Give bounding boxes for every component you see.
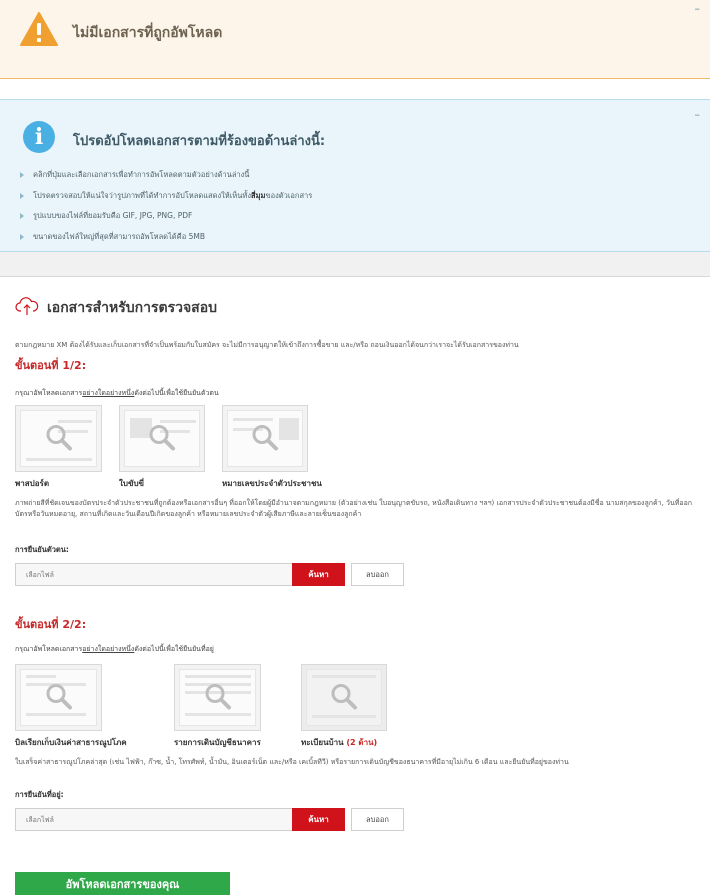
magnifier-icon [204, 682, 232, 713]
bank-statement-sample [174, 664, 261, 731]
section-header: เอกสารสำหรับการตรวจสอบ [15, 296, 217, 319]
bullet-icon [20, 213, 24, 220]
section-title: เอกสารสำหรับการตรวจสอบ [47, 299, 218, 316]
info-icon: i [23, 121, 55, 153]
house-registration-sample [301, 664, 387, 731]
bullet-icon [20, 233, 24, 240]
address-file-input[interactable] [15, 808, 293, 831]
magnifier-icon [148, 423, 176, 454]
bank-statement-label: รายการเดินบัญชีธนาคาร [174, 738, 261, 747]
warning-icon [20, 12, 58, 49]
step-2-title: ขั้นตอนที่ 2/2: [15, 618, 87, 631]
upload-instructions: i โปรดอัปโหลดเอกสารตามที่ร้องขอด้านล่างน… [0, 99, 710, 252]
identity-file-input[interactable] [15, 563, 293, 586]
utility-bill-sample [15, 664, 102, 731]
address-remove-button[interactable]: ลบออก [351, 808, 404, 831]
passport-label: พาสปอร์ต [15, 479, 50, 488]
collapse-warning-button[interactable]: – [695, 2, 701, 15]
magnifier-icon [251, 423, 279, 454]
list-item: คลิกที่ปุ่มและเลือกเอกสารเพื่อทำการอัพโห… [20, 165, 312, 186]
national-id-sample [222, 405, 308, 472]
national-id-label: หมายเลขประจำตัวประชาชน [222, 479, 322, 488]
drivers-license-sample [119, 405, 205, 472]
magnifier-icon [45, 423, 73, 454]
bullet-icon [20, 172, 24, 179]
step-2-instructions: กรุณาอัพโหลดเอกสารอย่างใดอย่างหนึ่งดังต่… [15, 645, 214, 653]
drivers-license-label: ใบขับขี่ [119, 479, 144, 488]
collapse-info-button[interactable]: – [695, 108, 701, 121]
step-1-instructions: กรุณาอัพโหลดเอกสารอย่างใดอย่างหนึ่งดังต่… [15, 389, 219, 397]
step-1-title: ขั้นตอนที่ 1/2: [15, 359, 87, 372]
identity-remove-button[interactable]: ลบออก [351, 563, 404, 586]
house-registration-label: ทะเบียนบ้าน (2 ด้าน) [301, 738, 378, 747]
bullet-icon [20, 192, 24, 199]
list-item: รูปแบบของไฟล์ที่ยอมรับคือ GIF, JPG, PNG,… [20, 206, 312, 227]
warning-text: ไม่มีเอกสารที่ถูกอัพโหลด [73, 25, 223, 41]
section-divider [0, 252, 710, 277]
step-2-requirements: ใบเสร็จค่าสาธารณูปโภคล่าสุด (เช่น ไฟฟ้า,… [15, 758, 569, 766]
identity-field-label: การยืนยันตัวตน: [15, 545, 69, 554]
instructions-title: โปรดอัปโหลดเอกสารตามที่ร้องขอด้านล่างนี้… [73, 134, 326, 149]
address-field-label: การยืนยันที่อยู่: [15, 790, 64, 799]
utility-bill-label: บิลเรียกเก็บเงินค่าสาธารณูปโภค [15, 738, 127, 747]
section-description: ตามกฎหมาย XM ต้องได้รับและเก็บเอกสารที่จ… [15, 341, 519, 349]
magnifier-icon [45, 682, 73, 713]
upload-documents-button[interactable]: อัพโหลดเอกสารของคุณ [15, 872, 230, 895]
magnifier-icon [330, 682, 358, 713]
list-item: ขนาดของไฟล์ใหญ่ที่สุดที่สามารถอัพโหลดได้… [20, 227, 312, 248]
passport-sample [15, 405, 102, 472]
step-1-requirements: ภาพถ่ายสีที่ชัดเจนของบัตรประจำตัวประชาชน… [15, 499, 693, 518]
instructions-list: คลิกที่ปุ่มและเลือกเอกสารเพื่อทำการอัพโห… [20, 165, 312, 247]
no-documents-warning: ไม่มีเอกสารที่ถูกอัพโหลด – [0, 0, 710, 79]
identity-browse-button[interactable]: ค้นหา [292, 563, 345, 586]
cloud-upload-icon [15, 296, 39, 319]
address-browse-button[interactable]: ค้นหา [292, 808, 345, 831]
list-item: โปรดตรวจสอบให้แน่ใจว่ารูปภาพที่ได้ทำการอ… [20, 186, 312, 207]
